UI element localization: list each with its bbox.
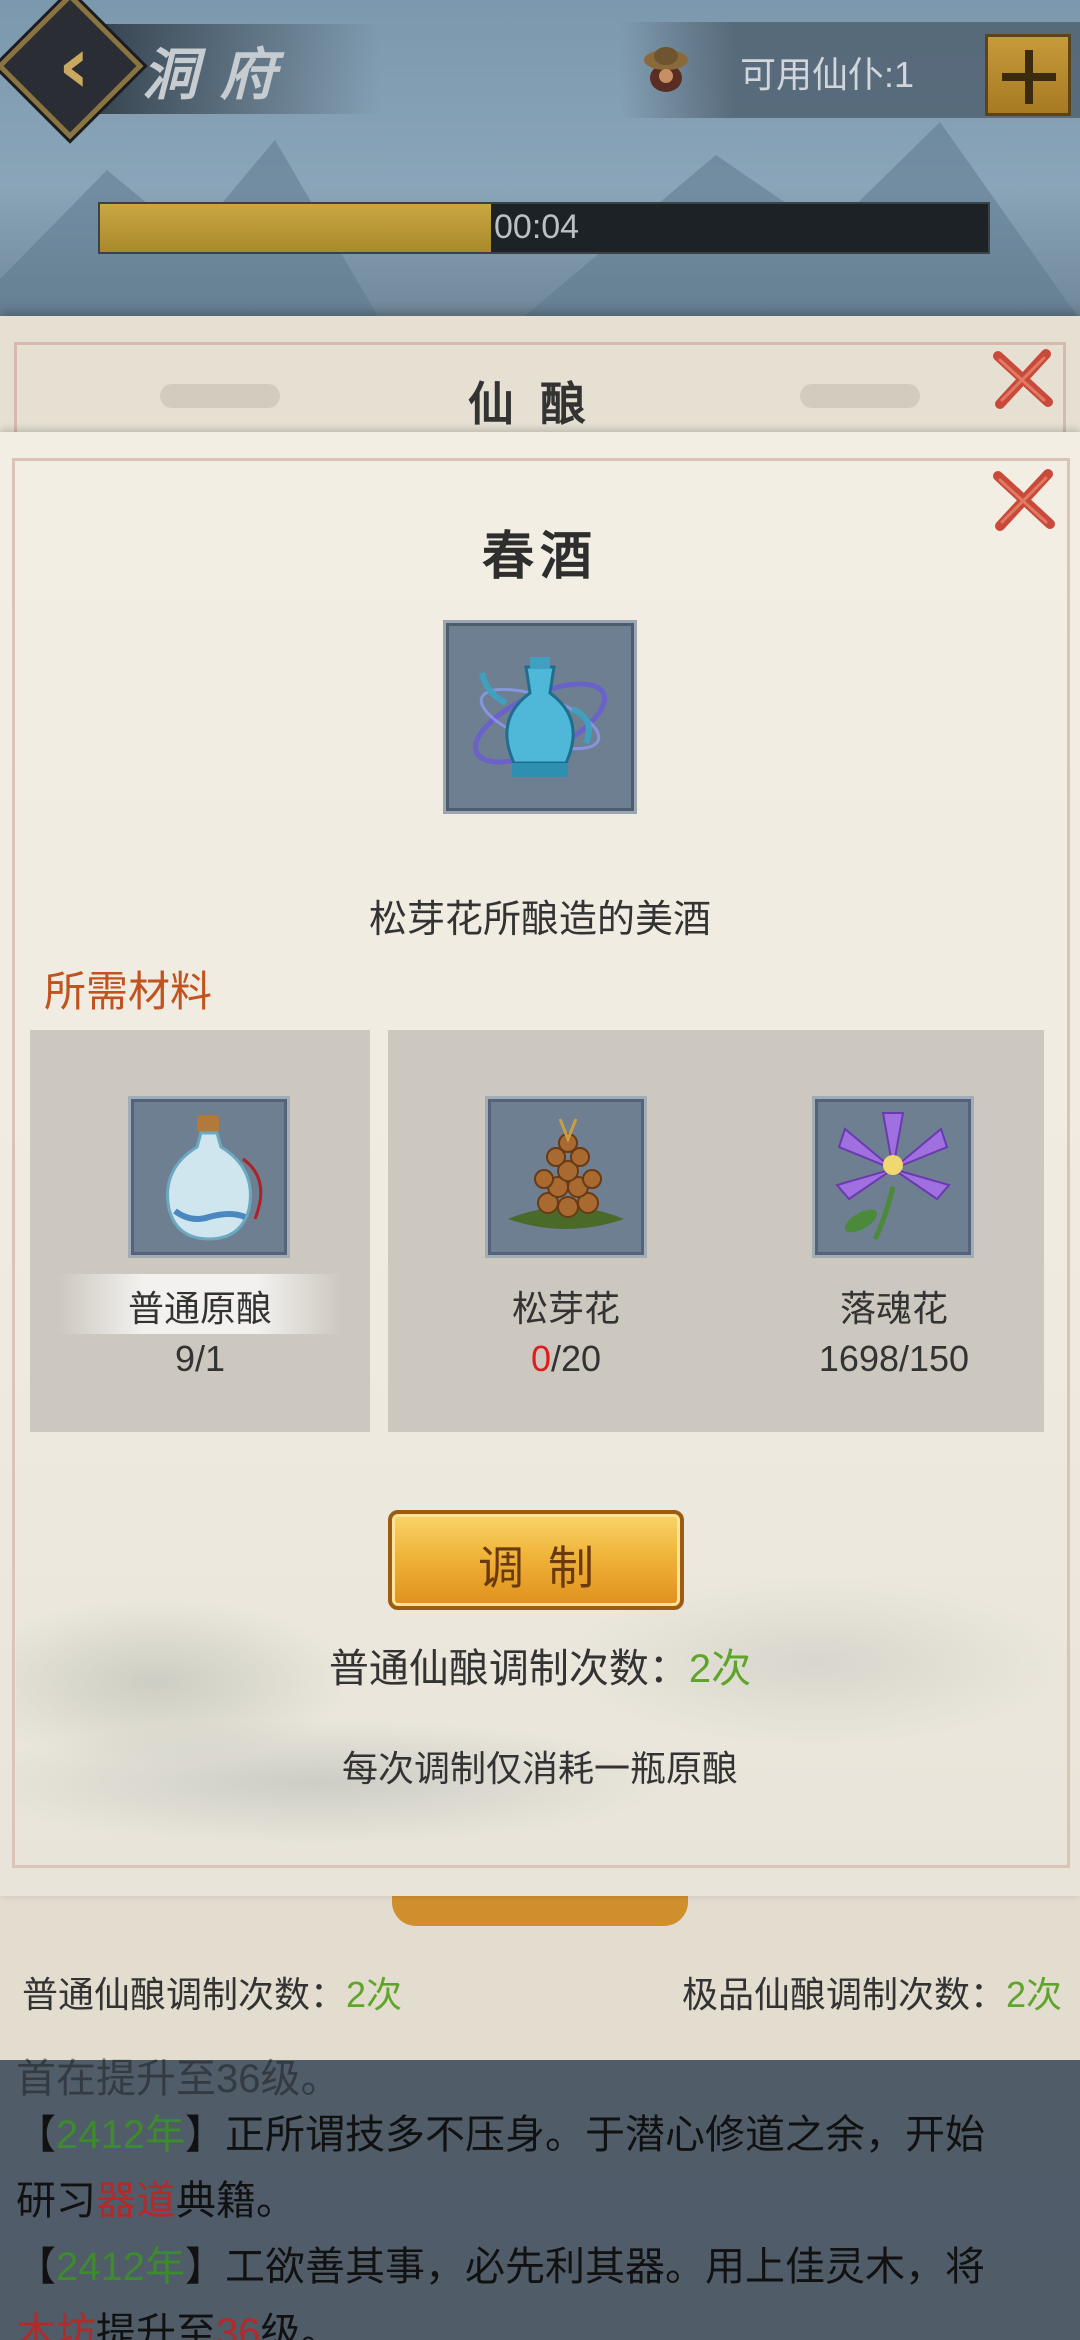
normal-brew-count: 普通仙酿调制次数：2次 <box>22 1966 402 2018</box>
normal-brew-count-value: 2次 <box>346 1974 403 2015</box>
item-icon-frame[interactable] <box>443 620 637 814</box>
log-line-partial: 首在提升至36级。 <box>16 2057 341 2101</box>
materials-heading: 所需材料 <box>44 968 213 1015</box>
material-count: 9/1 <box>174 1338 226 1379</box>
servant-hat-icon <box>644 47 688 92</box>
material-slot[interactable] <box>485 1096 647 1258</box>
material-name: 松芽花 <box>511 1288 620 1329</box>
log-text: 】工欲善其事，必先利其器。用上佳灵木，将 <box>184 2245 985 2289</box>
material-slot[interactable] <box>812 1096 974 1258</box>
material-name: 落魂花 <box>839 1288 948 1329</box>
log-text: 】正所谓技多不压身。于潜心修道之余，开始 <box>184 2113 985 2157</box>
item-name: 春酒 <box>481 526 598 587</box>
log-year: 2412年 <box>56 2113 185 2157</box>
wine-pot-icon <box>472 657 608 777</box>
premium-brew-count-value: 2次 <box>1005 1974 1062 2015</box>
top-bar: ‹ 洞府 可用仙仆:1 <box>0 0 1080 140</box>
material-need: 150 <box>909 1338 970 1379</box>
log-highlight: 器道 <box>96 2179 176 2223</box>
premium-brew-count: 极品仙酿调制次数：2次 <box>682 1966 1062 2018</box>
craft-button-label: 调制 <box>478 1542 618 1594</box>
log-line: 【2412年】正所谓技多不压身。于潜心修道之余，开始 <box>16 2102 985 2160</box>
flask-icon <box>166 1115 263 1241</box>
progress-timer: 00:04 <box>494 208 580 246</box>
craft-count-value: 2次 <box>688 1647 752 1691</box>
add-servant-button[interactable] <box>985 34 1071 116</box>
craft-note: 每次调制仅消耗一瓶原酿 <box>341 1748 738 1789</box>
craft-button[interactable]: 调制 <box>388 1510 684 1610</box>
log-year: 2412年 <box>56 2245 185 2289</box>
item-description: 松芽花所酿造的美酒 <box>368 899 711 941</box>
craft-count-label: 普通仙酿调制次数： <box>328 1647 689 1691</box>
material-count: 0/20 <box>530 1338 602 1379</box>
log-text: 提升至 <box>96 2311 216 2340</box>
material-have: 0 <box>530 1338 551 1379</box>
material-have: 9 <box>174 1338 195 1379</box>
log-line: 【2412年】工欲善其事，必先利其器。用上佳灵木，将 <box>16 2234 985 2292</box>
log-text: 典籍。 <box>176 2179 296 2223</box>
material-count: 1698/150 <box>818 1338 970 1379</box>
plus-icon-vertical <box>1025 50 1033 104</box>
premium-brew-count-label: 极品仙酿调制次数： <box>681 1974 1006 2015</box>
material-need: 1 <box>205 1338 226 1379</box>
close-icon[interactable] <box>988 344 1058 414</box>
log-highlight: 36 <box>216 2311 261 2340</box>
material-slot[interactable] <box>128 1096 290 1258</box>
log-text: 研习 <box>16 2179 96 2223</box>
log-text: 级。 <box>260 2311 341 2340</box>
material-need: 20 <box>561 1338 602 1379</box>
log-line: 木坊提升至36级。 <box>16 2300 341 2340</box>
log-line: 研习器道典籍。 <box>16 2168 296 2226</box>
log-highlight: 木坊 <box>16 2311 96 2340</box>
log-bracket: 【 <box>16 2245 56 2289</box>
item-detail-dialog: 春酒 松芽花所酿造的美酒 所需材料 普通原酿 9/1 松芽花 0/20 落魂花 … <box>0 432 1080 1896</box>
craft-count: 普通仙酿调制次数：2次 <box>0 1636 1080 1694</box>
progress-fill <box>100 204 491 252</box>
event-log: 首在提升至36级。 【2412年】正所谓技多不压身。于潜心修道之余，开始 研习器… <box>0 2057 1080 2340</box>
log-bracket: 【 <box>16 2113 56 2157</box>
purple-flower-icon <box>835 1112 951 1241</box>
material-name: 普通原酿 <box>127 1288 272 1329</box>
material-have: 1698 <box>818 1338 899 1379</box>
available-servants-label: 可用仙仆:1 <box>740 54 915 95</box>
page-title: 洞府 <box>142 42 298 108</box>
dialog-title: 仙酿 <box>468 377 612 431</box>
chevron-left-icon[interactable]: ‹ <box>34 26 114 106</box>
pine-bud-flower-icon <box>508 1118 624 1229</box>
normal-brew-count-label: 普通仙酿调制次数： <box>22 1974 347 2015</box>
